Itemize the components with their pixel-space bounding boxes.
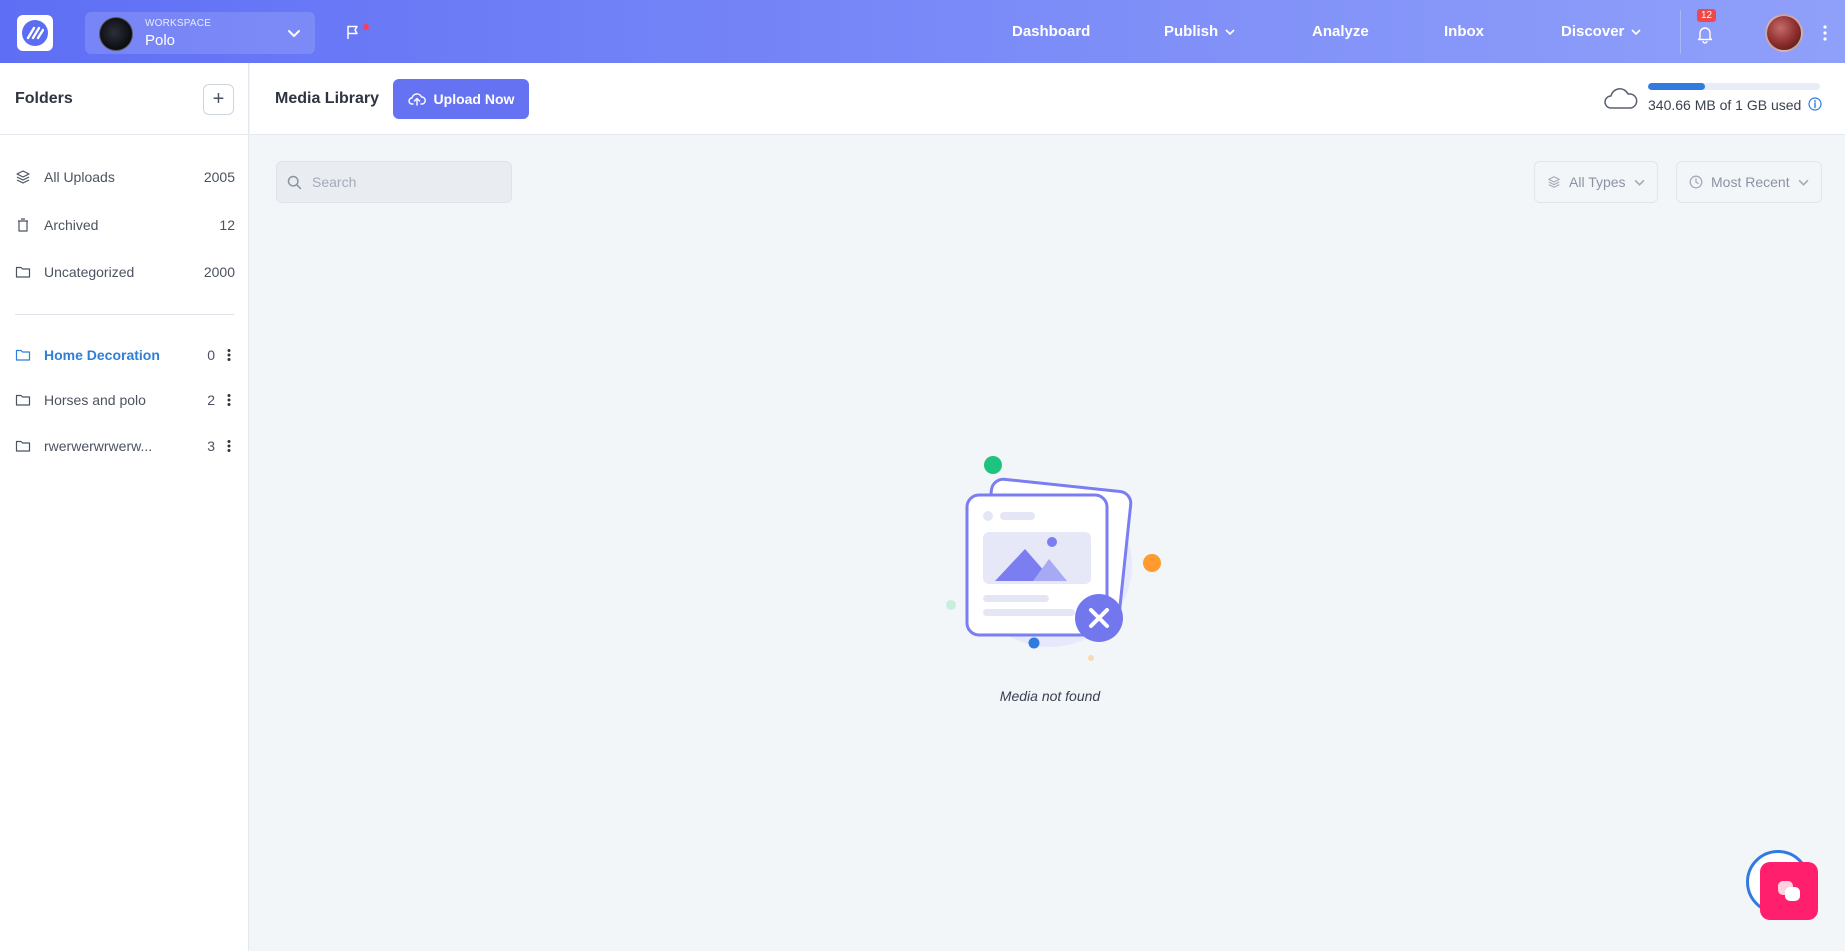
sort-dropdown[interactable]: Most Recent xyxy=(1676,161,1822,203)
folder-horses-and-polo[interactable]: Horses and polo 2 xyxy=(15,388,235,412)
chat-launcher-button[interactable] xyxy=(1760,862,1818,920)
sidebar-header: Folders + xyxy=(0,63,248,135)
folder-label: rwerwerwrwerw... xyxy=(44,438,153,454)
type-filter-dropdown[interactable]: All Types xyxy=(1534,161,1658,203)
storage-usage-text: 340.66 MB of 1 GB used xyxy=(1648,97,1802,113)
chevron-down-icon xyxy=(1798,179,1809,186)
empty-media-illustration xyxy=(946,456,1161,661)
sidebar-title: Folders xyxy=(15,90,73,107)
kebab-icon[interactable] xyxy=(223,348,235,362)
type-filter-label: All Types xyxy=(1569,174,1626,190)
folder-icon xyxy=(15,266,31,278)
nav-publish[interactable]: Publish xyxy=(1164,0,1235,63)
folder-home-decoration[interactable]: Home Decoration 0 xyxy=(15,343,235,367)
flag-notification-dot xyxy=(363,24,369,30)
layers-icon xyxy=(1548,176,1560,188)
layers-icon xyxy=(16,170,30,184)
user-avatar[interactable] xyxy=(1765,14,1803,52)
nav-discover-label: Discover xyxy=(1561,23,1625,40)
sidebar-divider xyxy=(15,314,234,315)
notification-badge: 12 xyxy=(1697,9,1717,22)
search-input[interactable] xyxy=(312,174,492,190)
folder-label: Home Decoration xyxy=(44,347,160,363)
search-icon xyxy=(287,175,302,189)
storage-usage-bar xyxy=(1648,83,1820,90)
nav-publish-label: Publish xyxy=(1164,23,1219,40)
workspace-name: Polo xyxy=(145,32,176,49)
app-logo-icon[interactable] xyxy=(17,15,53,51)
folder-label: All Uploads xyxy=(44,169,115,185)
media-library-header: Media Library Upload Now 340.66 MB of 1 … xyxy=(250,63,1845,135)
folder-rwerwerwrwerw[interactable]: rwerwerwrwerw... 3 xyxy=(15,434,235,458)
folder-icon xyxy=(15,349,31,361)
folder-count: 12 xyxy=(219,217,235,233)
nav-inbox[interactable]: Inbox xyxy=(1444,0,1484,63)
folder-count: 2005 xyxy=(203,169,235,185)
storage-usage-fill xyxy=(1648,83,1705,90)
folder-label: Horses and polo xyxy=(44,392,146,408)
add-folder-button[interactable]: + xyxy=(203,84,234,115)
folders-sidebar: Folders + All Uploads 2005 Archived 12 U… xyxy=(0,63,249,951)
folder-count: 2000 xyxy=(203,264,235,280)
empty-state-message: Media not found xyxy=(999,688,1101,704)
nav-analyze-label: Analyze xyxy=(1312,23,1369,40)
folder-archived[interactable]: Archived 12 xyxy=(15,213,235,237)
workspace-caption: WORKSPACE xyxy=(145,18,212,29)
info-icon[interactable] xyxy=(1808,97,1822,111)
trash-icon xyxy=(18,218,28,232)
folder-count: 3 xyxy=(207,438,215,454)
cloud-upload-icon xyxy=(407,93,426,106)
nav-discover[interactable]: Discover xyxy=(1561,0,1641,63)
folder-label: Uncategorized xyxy=(44,264,135,280)
search-field[interactable] xyxy=(276,161,512,203)
folder-label: Archived xyxy=(44,217,99,233)
folder-count: 2 xyxy=(207,392,215,408)
folder-count: 0 xyxy=(207,347,215,363)
folder-uncategorized[interactable]: Uncategorized 2000 xyxy=(15,260,235,284)
workspace-switcher[interactable]: WORKSPACE Polo xyxy=(85,12,315,54)
nav-divider xyxy=(1680,10,1681,54)
top-navbar: WORKSPACE Polo Dashboard Publish Analyze… xyxy=(0,0,1845,63)
nav-inbox-label: Inbox xyxy=(1444,23,1484,40)
kebab-icon[interactable] xyxy=(223,439,235,453)
nav-dashboard[interactable]: Dashboard xyxy=(1012,0,1090,63)
kebab-icon[interactable] xyxy=(223,393,235,407)
chat-icon xyxy=(1778,881,1800,901)
chevron-down-icon xyxy=(288,30,300,38)
flag-icon[interactable] xyxy=(345,24,361,40)
clock-icon xyxy=(1689,175,1703,189)
chevron-down-icon xyxy=(1634,179,1645,186)
cloud-storage-icon xyxy=(1604,88,1638,109)
kebab-icon[interactable] xyxy=(1822,24,1828,42)
folder-icon xyxy=(15,394,31,406)
chevron-down-icon xyxy=(1631,28,1641,35)
upload-now-label: Upload Now xyxy=(433,91,515,107)
bell-icon[interactable] xyxy=(1695,24,1715,44)
folder-icon xyxy=(15,440,31,452)
page-title: Media Library xyxy=(275,90,380,107)
upload-now-button[interactable]: Upload Now xyxy=(393,79,529,119)
chevron-down-icon xyxy=(1225,28,1235,35)
nav-analyze[interactable]: Analyze xyxy=(1312,0,1369,63)
workspace-avatar xyxy=(99,17,133,51)
folder-all-uploads[interactable]: All Uploads 2005 xyxy=(15,165,235,189)
sort-label: Most Recent xyxy=(1711,174,1790,190)
nav-dashboard-label: Dashboard xyxy=(1012,23,1091,40)
